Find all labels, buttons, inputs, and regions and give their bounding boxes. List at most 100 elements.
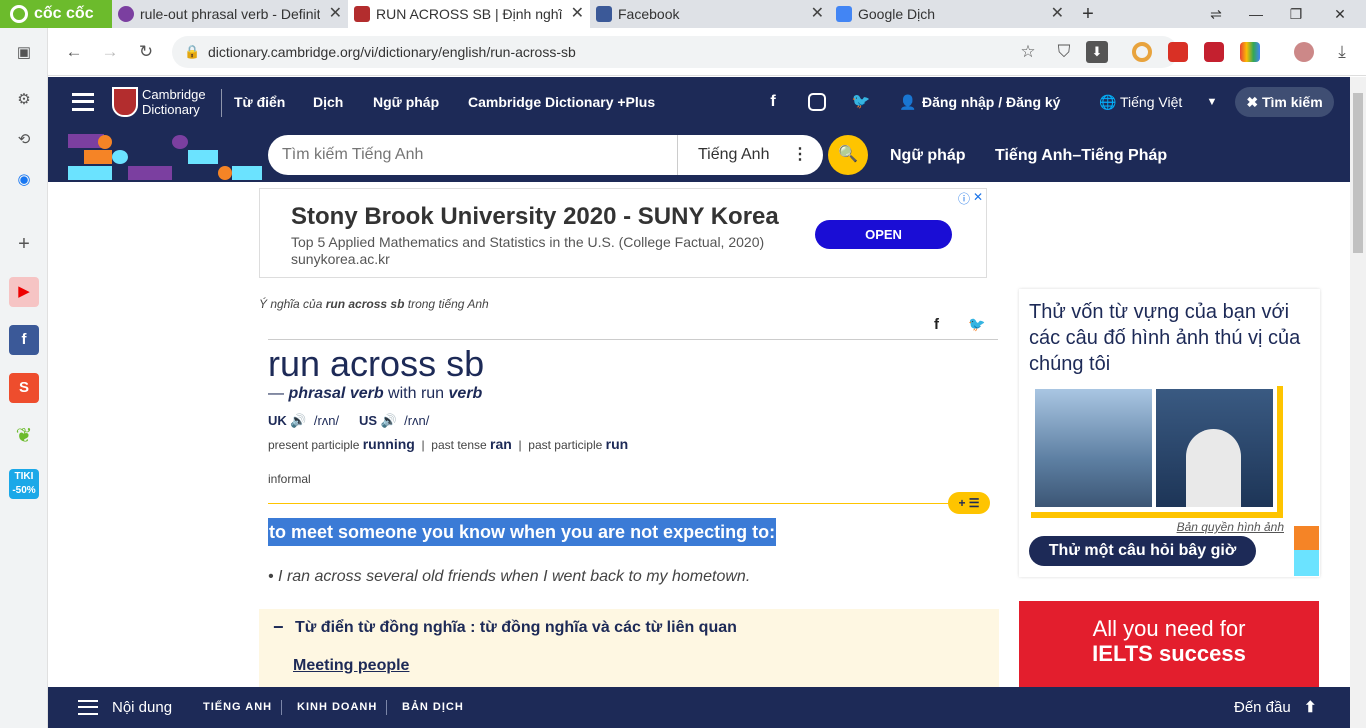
nav-translate[interactable]: Dịch: [313, 77, 343, 127]
tab-google-translate[interactable]: Google Dịch ✕: [830, 0, 1070, 28]
leaf-icon[interactable]: ❦: [9, 421, 39, 451]
search-toggle-button[interactable]: ✖ Tìm kiếm: [1235, 87, 1334, 117]
quiz-image-windmill[interactable]: [1156, 389, 1273, 507]
tab-facebook[interactable]: Facebook ✕: [590, 0, 830, 28]
ad-close-icon[interactable]: ✕: [973, 190, 983, 204]
shield-icon[interactable]: ⛉: [1050, 38, 1078, 66]
quiz-start-button[interactable]: Thử một câu hỏi bây giờ: [1029, 536, 1256, 566]
back-icon[interactable]: ←: [60, 38, 88, 66]
subnav-english-french[interactable]: Tiếng Anh–Tiếng Pháp: [995, 129, 1167, 182]
close-tab-icon[interactable]: ✕: [1051, 0, 1064, 28]
promo-line2: IELTS success: [1092, 641, 1246, 666]
language-selector[interactable]: Tiếng Việt: [1120, 77, 1182, 127]
hamburger-menu-icon[interactable]: [72, 93, 94, 111]
browser-brand[interactable]: cốc cốc: [0, 0, 112, 28]
ad-info-icon[interactable]: ⓘ: [958, 190, 970, 207]
tab-title: Facebook: [618, 6, 680, 22]
chevron-down-icon[interactable]: ▼: [1202, 92, 1222, 112]
new-tab-icon[interactable]: +: [1068, 0, 1108, 28]
maximize-icon[interactable]: ❐: [1276, 0, 1316, 28]
contents-menu-icon[interactable]: [78, 700, 98, 715]
decor-block: [1294, 550, 1319, 576]
extension-chrome-icon[interactable]: [1132, 42, 1152, 62]
search-language-select[interactable]: Tiếng Anh ⋮: [677, 135, 823, 175]
search-submit-button[interactable]: 🔍: [828, 135, 868, 175]
scrollbar-thumb[interactable]: [1353, 93, 1363, 253]
download-icon[interactable]: ⬇: [1086, 41, 1108, 63]
subnav-grammar[interactable]: Ngữ pháp: [890, 129, 966, 182]
bookmark-star-icon[interactable]: ☆: [1014, 38, 1042, 66]
image-copyright-link[interactable]: Bản quyền hình ảnh: [1177, 520, 1284, 534]
quiz-image-skyscrapers[interactable]: [1035, 389, 1152, 507]
form-label: past tense: [431, 438, 487, 452]
collapse-icon[interactable]: −: [273, 617, 284, 638]
extension-sync-icon[interactable]: [1204, 42, 1224, 62]
close-tab-icon[interactable]: ✕: [571, 0, 584, 28]
bottom-link-translation[interactable]: BẢN DỊCH: [402, 687, 464, 728]
sidebar-toggle-icon[interactable]: ▣: [9, 38, 39, 68]
downloads-arrow-icon[interactable]: ⤓: [1328, 38, 1356, 66]
facebook-icon[interactable]: f: [9, 325, 39, 355]
add-to-list-button[interactable]: + ☰: [948, 492, 990, 514]
breadcrumb-word: run across sb: [325, 297, 405, 311]
decor-dot: [112, 150, 128, 164]
nav-plus[interactable]: Cambridge Dictionary +Plus: [468, 77, 655, 127]
pos-verb[interactable]: verb: [449, 385, 483, 402]
close-window-icon[interactable]: ✕: [1320, 0, 1360, 28]
tiki-icon[interactable]: TIKI -50%: [9, 469, 39, 499]
ad-subtext: Top 5 Applied Mathematics and Statistics…: [291, 234, 765, 250]
search-input[interactable]: [282, 135, 662, 175]
form-value: running: [362, 436, 415, 452]
more-options-icon[interactable]: ⋮: [792, 135, 808, 175]
thesaurus-link[interactable]: Meeting people: [293, 657, 409, 675]
nav-dictionary[interactable]: Từ điển: [234, 77, 285, 127]
profile-avatar[interactable]: [1294, 42, 1314, 62]
tab-rule-out[interactable]: rule-out phrasal verb - Definit ✕: [112, 0, 348, 28]
bottom-link-business[interactable]: KINH DOANH: [297, 687, 377, 728]
ielts-promo[interactable]: All you need for IELTS success: [1019, 601, 1319, 691]
magnifier-icon: 🔍: [838, 146, 858, 163]
login-link[interactable]: Đăng nhập / Đăng ký: [922, 77, 1060, 127]
facebook-icon[interactable]: f: [763, 92, 783, 112]
speaker-icon[interactable]: 🔊: [290, 413, 306, 428]
extension-colors-icon[interactable]: [1240, 42, 1260, 62]
settings-icon[interactable]: ⚙: [9, 85, 39, 115]
search-toggle-label: Tìm kiếm: [1261, 94, 1323, 110]
back-to-top-link[interactable]: Đến đầu: [1234, 687, 1291, 728]
tab-run-across[interactable]: RUN ACROSS SB | Định nghĩa ✕: [348, 0, 590, 28]
url-text[interactable]: dictionary.cambridge.org/vi/dictionary/e…: [208, 36, 576, 68]
share-facebook-icon[interactable]: f: [934, 316, 939, 333]
lock-icon: 🔒: [184, 44, 201, 59]
messenger-icon[interactable]: ◉: [9, 165, 39, 195]
ad-headline[interactable]: Stony Brook University 2020 - SUNY Korea: [291, 203, 779, 231]
bottom-link-english[interactable]: TIẾNG ANH: [203, 687, 272, 728]
shopee-icon[interactable]: S: [9, 373, 39, 403]
reload-icon[interactable]: ↻: [132, 38, 160, 66]
add-app-icon[interactable]: +: [9, 229, 39, 259]
close-tab-icon[interactable]: ✕: [329, 0, 342, 28]
share-twitter-icon[interactable]: 🐦: [968, 316, 985, 333]
thesaurus-box: − Từ điển từ đồng nghĩa : từ đồng nghĩa …: [259, 609, 999, 687]
youtube-icon[interactable]: ▶: [9, 277, 39, 307]
nav-grammar[interactable]: Ngữ pháp: [373, 77, 439, 127]
verb-forms: present participle running | past tense …: [268, 436, 629, 452]
contents-link[interactable]: Nội dung: [112, 687, 172, 728]
close-tab-icon[interactable]: ✕: [811, 0, 824, 28]
thesaurus-title[interactable]: Từ điển từ đồng nghĩa : từ đồng nghĩa và…: [295, 619, 737, 637]
page-scrollbar[interactable]: [1350, 77, 1366, 728]
speaker-icon[interactable]: 🔊: [381, 413, 397, 428]
arrow-up-icon[interactable]: ⬆: [1304, 687, 1318, 728]
history-icon[interactable]: ⟲: [9, 125, 39, 155]
advertisement[interactable]: Stony Brook University 2020 - SUNY Korea…: [259, 188, 987, 278]
pos-dash: —: [268, 385, 289, 402]
site-logo[interactable]: Cambridge Dictionary: [142, 87, 206, 117]
ad-open-button[interactable]: OPEN: [815, 220, 952, 249]
minimize-icon[interactable]: —: [1236, 0, 1276, 28]
forward-icon[interactable]: →: [96, 38, 124, 66]
extension-new-icon[interactable]: [1168, 42, 1188, 62]
decor-block: [188, 150, 218, 164]
tab-menu-icon[interactable]: ⇌: [1196, 0, 1236, 28]
twitter-icon[interactable]: 🐦: [851, 92, 871, 112]
instagram-icon[interactable]: [808, 93, 826, 111]
decor-block: [1294, 526, 1319, 550]
